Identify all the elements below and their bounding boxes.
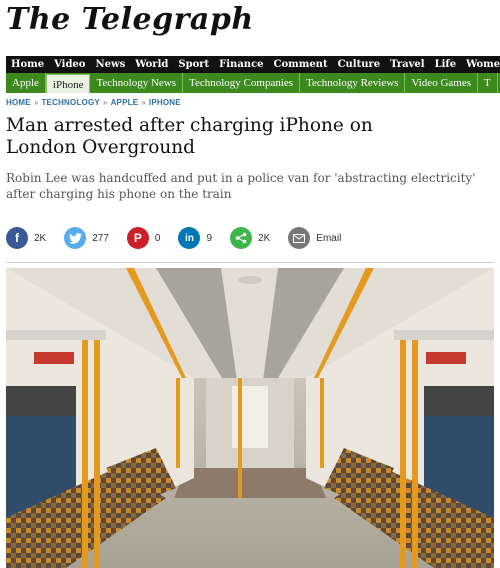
breadcrumb-separator: » xyxy=(33,98,39,107)
main-nav: Home Video News World Sport Finance Comm… xyxy=(6,56,500,73)
subnav-item-apple[interactable]: Apple xyxy=(6,73,46,93)
breadcrumb-technology[interactable]: TECHNOLOGY xyxy=(41,98,99,107)
subnav-item-video-games[interactable]: Video Games xyxy=(405,73,478,93)
section-divider xyxy=(6,262,494,263)
train-interior-illustration xyxy=(6,268,494,568)
breadcrumb-iphone[interactable]: IPHONE xyxy=(149,98,181,107)
breadcrumb-home[interactable]: HOME xyxy=(6,98,31,107)
nav-item-comment[interactable]: Comment xyxy=(269,56,333,73)
share-generic-button[interactable]: 2K xyxy=(230,227,270,249)
article-hero-image xyxy=(6,268,494,568)
article-headline: Man arrested after charging iPhone on Lo… xyxy=(6,115,373,158)
nav-item-world[interactable]: World xyxy=(130,56,173,73)
nav-item-news[interactable]: News xyxy=(90,56,130,73)
nav-item-women[interactable]: Women xyxy=(461,56,500,73)
nav-item-video[interactable]: Video xyxy=(49,56,90,73)
email-icon xyxy=(288,227,311,249)
share-facebook-button[interactable]: f 2K xyxy=(6,227,46,249)
pinterest-share-count: 0 xyxy=(154,232,161,244)
share-bar: f 2K 277 P 0 in 9 2K Email xyxy=(6,227,359,249)
nav-item-life[interactable]: Life xyxy=(430,56,462,73)
subnav-item-iphone[interactable]: iPhone xyxy=(45,74,91,93)
subnav-item-technology-reviews[interactable]: Technology Reviews xyxy=(300,73,406,93)
share-icon xyxy=(230,227,253,249)
generic-share-count: 2K xyxy=(258,232,271,244)
breadcrumb: HOME » TECHNOLOGY » APPLE » IPHONE xyxy=(6,98,181,107)
site-logo[interactable]: The Telegraph xyxy=(6,2,254,37)
article-standfirst: Robin Lee was handcuffed and put in a po… xyxy=(6,171,476,201)
nav-item-finance[interactable]: Finance xyxy=(214,56,268,73)
share-linkedin-button[interactable]: in 9 xyxy=(178,227,212,249)
nav-item-culture[interactable]: Culture xyxy=(333,56,386,73)
linkedin-share-count: 9 xyxy=(206,232,213,244)
share-email-button[interactable]: Email xyxy=(288,227,341,249)
nav-item-home[interactable]: Home xyxy=(6,56,49,73)
breadcrumb-apple[interactable]: APPLE xyxy=(111,98,139,107)
pinterest-icon: P xyxy=(126,227,149,249)
twitter-icon xyxy=(64,227,87,249)
facebook-icon: f xyxy=(6,227,28,249)
twitter-share-count: 277 xyxy=(92,232,109,244)
section-subnav: Apple iPhone Technology News Technology … xyxy=(6,73,500,93)
linkedin-icon: in xyxy=(178,227,201,249)
nav-item-sport[interactable]: Sport xyxy=(173,56,214,73)
email-share-label: Email xyxy=(316,232,342,244)
facebook-share-count: 2K xyxy=(34,232,47,244)
share-pinterest-button[interactable]: P 0 xyxy=(126,227,161,249)
subnav-item-more[interactable]: T xyxy=(478,73,498,93)
share-twitter-button[interactable]: 277 xyxy=(64,227,109,249)
subnav-item-technology-companies[interactable]: Technology Companies xyxy=(183,73,301,93)
breadcrumb-separator: » xyxy=(102,98,108,107)
breadcrumb-separator: » xyxy=(141,98,146,107)
subnav-item-technology-news[interactable]: Technology News xyxy=(90,73,184,93)
nav-item-travel[interactable]: Travel xyxy=(385,56,429,73)
